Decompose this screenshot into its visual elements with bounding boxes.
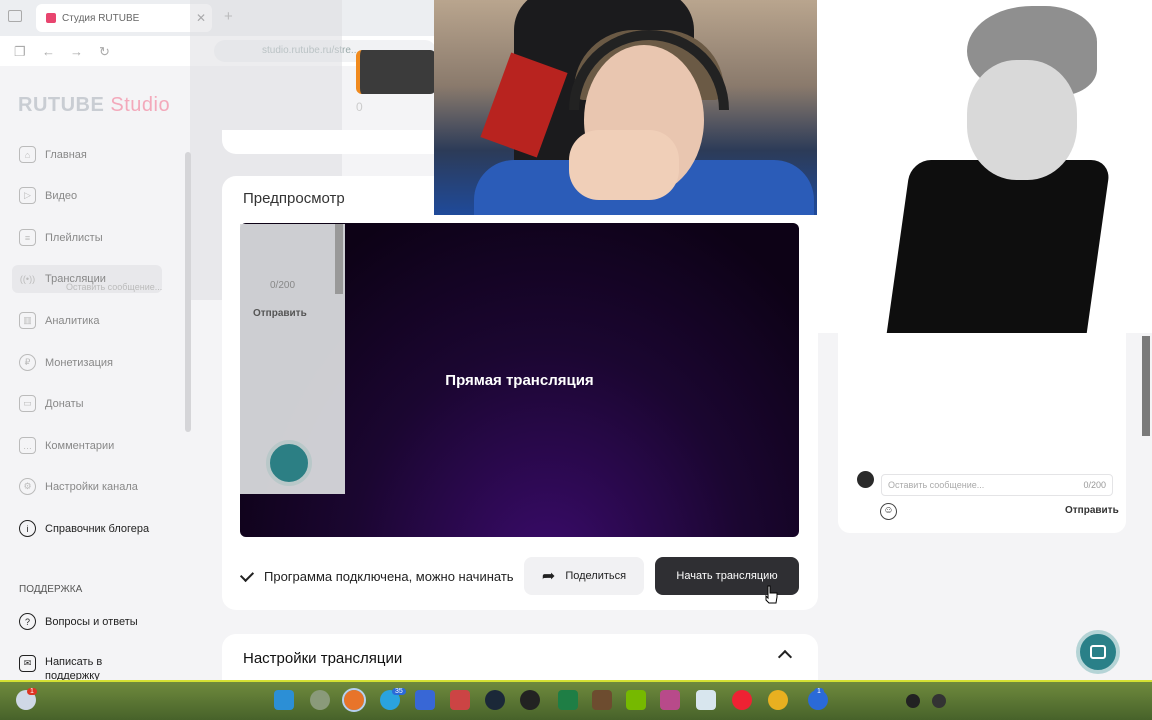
player-label: Прямая трансляция xyxy=(445,371,594,389)
preview-title: Предпросмотр xyxy=(243,190,345,207)
connection-status: Программа подключена, можно начинать xyxy=(240,568,514,584)
settings-title: Настройки трансляции xyxy=(243,650,403,667)
sidebar-item-label: Главная xyxy=(45,148,87,161)
ghost-fab-icon xyxy=(266,440,312,486)
sidebar-item-label: Вопросы и ответы xyxy=(45,615,138,628)
sidebar-item-comments[interactable]: … Комментарии xyxy=(19,437,114,454)
chat-placeholder: Оставить сообщение... xyxy=(888,480,985,490)
mouse-cursor-icon xyxy=(765,585,778,604)
chat-send-button[interactable]: Отправить xyxy=(1065,505,1119,516)
settings-icon: ⚙ xyxy=(19,478,36,495)
header-action-button[interactable] xyxy=(356,50,436,94)
sidebar-item-support[interactable]: ✉ Написать в поддержку xyxy=(19,655,115,683)
game-icon[interactable] xyxy=(660,690,680,710)
tool-icon[interactable] xyxy=(696,690,716,710)
tab-actions-icon[interactable] xyxy=(8,10,22,22)
sidebar-item-channel-settings[interactable]: ⚙ Настройки канала xyxy=(19,478,138,495)
help-icon: ? xyxy=(19,613,36,630)
tray-icon[interactable] xyxy=(932,694,946,708)
start-icon[interactable] xyxy=(274,690,294,710)
reload-icon[interactable]: ↻ xyxy=(99,44,110,60)
share-button[interactable]: ➦ Поделиться xyxy=(524,557,644,595)
tab-title: Студия RUTUBE xyxy=(62,12,140,24)
sidebar-item-blogger-guide[interactable]: i Справочник блогера xyxy=(19,520,149,537)
sidebar-item-label: Настройки канала xyxy=(45,480,138,493)
art-body xyxy=(882,160,1112,333)
weather-badge: 1 xyxy=(27,688,37,695)
chrome-icon[interactable] xyxy=(768,690,788,710)
chat-fab-icon[interactable] xyxy=(1076,630,1120,674)
excel-icon[interactable] xyxy=(558,690,578,710)
telegram-badge: 35 xyxy=(392,688,406,695)
money-icon: ₽ xyxy=(19,354,36,371)
tray-icon[interactable] xyxy=(906,694,920,708)
sidebar-item-video[interactable]: ▷ Видео xyxy=(19,187,77,204)
rutube-studio-logo[interactable]: RUTUBE Studio xyxy=(18,94,170,117)
sidebar-item-home[interactable]: ⌂ Главная xyxy=(19,146,87,163)
sidebar-item-donations[interactable]: ▭ Донаты xyxy=(19,395,84,412)
rutube-favicon-icon xyxy=(46,13,56,23)
sidebar-item-label: Написать в поддержку xyxy=(45,656,103,682)
minecraft-icon[interactable] xyxy=(592,690,612,710)
sidebar-item-playlists[interactable]: ≡ Плейлисты xyxy=(19,229,103,246)
header-counter: 0 xyxy=(356,100,363,114)
forward-icon[interactable]: → xyxy=(70,44,83,59)
video-icon: ▷ xyxy=(19,187,36,204)
firefox-icon[interactable] xyxy=(342,688,366,712)
chat-char-count: 0/200 xyxy=(1083,480,1106,490)
sidebar-item-label: Монетизация xyxy=(45,356,113,369)
art-head xyxy=(967,60,1077,180)
steam-icon[interactable] xyxy=(485,690,505,710)
sidebar-scrollbar[interactable] xyxy=(185,152,191,432)
discord-badge: 1 xyxy=(814,688,824,695)
ghost-chat-count: 0/200 xyxy=(270,280,296,291)
sidebar-item-label: Комментарии xyxy=(45,439,115,452)
anime-art-overlay xyxy=(817,0,1152,333)
person-hand xyxy=(569,130,679,200)
yandex-icon[interactable] xyxy=(732,690,752,710)
sidebar-item-label: Донаты xyxy=(45,397,84,410)
sidebar-item-label: Плейлисты xyxy=(45,231,103,244)
browser-tab[interactable]: Студия RUTUBE ✕ xyxy=(36,4,212,32)
nvidia-icon[interactable] xyxy=(626,690,646,710)
app-icon[interactable] xyxy=(415,690,435,710)
media-icon[interactable] xyxy=(450,690,470,710)
emoji-icon[interactable]: ☺ xyxy=(880,503,897,520)
status-text: Программа подключена, можно начинать xyxy=(264,568,514,584)
comment-icon: … xyxy=(19,437,36,454)
sidebar-item-faq[interactable]: ? Вопросы и ответы xyxy=(19,613,138,630)
support-section-title: ПОДДЕРЖКА xyxy=(19,584,83,595)
sidebar-item-label: Справочник блогера xyxy=(45,522,150,535)
analytics-icon: ▥ xyxy=(19,312,36,329)
search-icon[interactable] xyxy=(310,690,330,710)
home-icon: ⌂ xyxy=(19,146,36,163)
tab-switch-icon[interactable]: ❐ xyxy=(14,44,26,60)
share-label: Поделиться xyxy=(565,570,627,582)
chat-message-input[interactable]: Оставить сообщение... 0/200 xyxy=(881,474,1113,496)
mail-icon: ✉ xyxy=(19,655,36,672)
overlay-scrollbar xyxy=(335,224,343,294)
ghost-chat-send: Отправить xyxy=(253,308,307,319)
back-icon[interactable]: ← xyxy=(42,44,55,59)
logo-main: RUTUBE xyxy=(18,94,105,116)
playlist-icon: ≡ xyxy=(19,229,36,246)
sidebar-item-label: Аналитика xyxy=(45,314,100,327)
sidebar-item-label: Видео xyxy=(45,189,78,202)
page-scrollbar[interactable] xyxy=(1142,336,1150,436)
broadcast-icon: ((•)) xyxy=(19,273,36,284)
chat-panel xyxy=(838,333,1126,533)
start-label: Начать трансляцию xyxy=(676,570,778,582)
logo-sub: Studio xyxy=(110,94,171,116)
share-icon: ➦ xyxy=(541,568,556,585)
donate-icon: ▭ xyxy=(19,395,36,412)
sidebar-item-analytics[interactable]: ▥ Аналитика xyxy=(19,312,99,329)
info-icon: i xyxy=(19,520,36,537)
avatar xyxy=(857,471,874,488)
ghost-chat-placeholder: Оставить сообщение... xyxy=(66,282,163,292)
chat-bubble-icon xyxy=(1090,645,1106,659)
webcam-overlay xyxy=(434,0,817,215)
sidebar-item-monetization[interactable]: ₽ Монетизация xyxy=(19,354,113,371)
obs-icon[interactable] xyxy=(520,690,540,710)
check-icon xyxy=(240,568,256,584)
